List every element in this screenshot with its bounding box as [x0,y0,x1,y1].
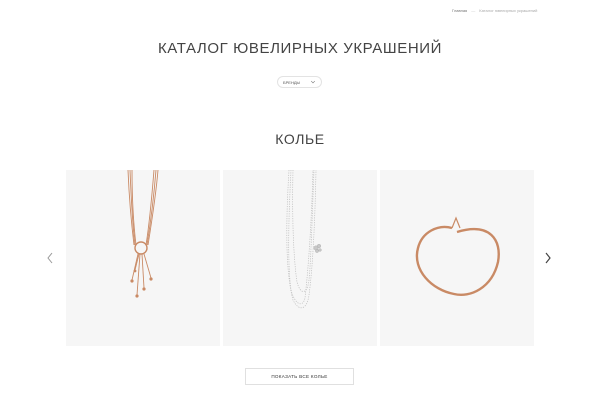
white-gold-multistrand-necklace-image [286,170,322,308]
chevron-right-icon[interactable] [543,251,553,265]
breadcrumb-separator: — [471,8,476,13]
breadcrumb: Главная — Каталог ювелирных украшений [452,8,537,13]
chevron-left-icon[interactable] [45,251,55,265]
breadcrumb-home-link[interactable]: Главная [452,8,467,13]
rose-gold-lariat-necklace-image [127,170,159,298]
section-title: КОЛЬЕ [275,131,325,147]
product-card[interactable] [223,170,377,346]
page-title: КАТАЛОГ ЮВЕЛИРНЫХ УКРАШЕНИЙ [157,40,443,57]
rose-gold-collar-necklace-image [415,216,500,297]
product-card[interactable] [380,170,534,346]
show-all-necklaces-button[interactable]: ПОКАЗАТЬ ВСЕ КОЛЬЕ [245,368,354,385]
brand-filter-label: БРЕНДЫ [283,79,301,85]
chevron-down-icon [310,80,316,84]
brand-filter-dropdown[interactable]: БРЕНДЫ [277,76,322,88]
product-card[interactable] [66,170,220,346]
breadcrumb-current: Каталог ювелирных украшений [479,8,538,13]
